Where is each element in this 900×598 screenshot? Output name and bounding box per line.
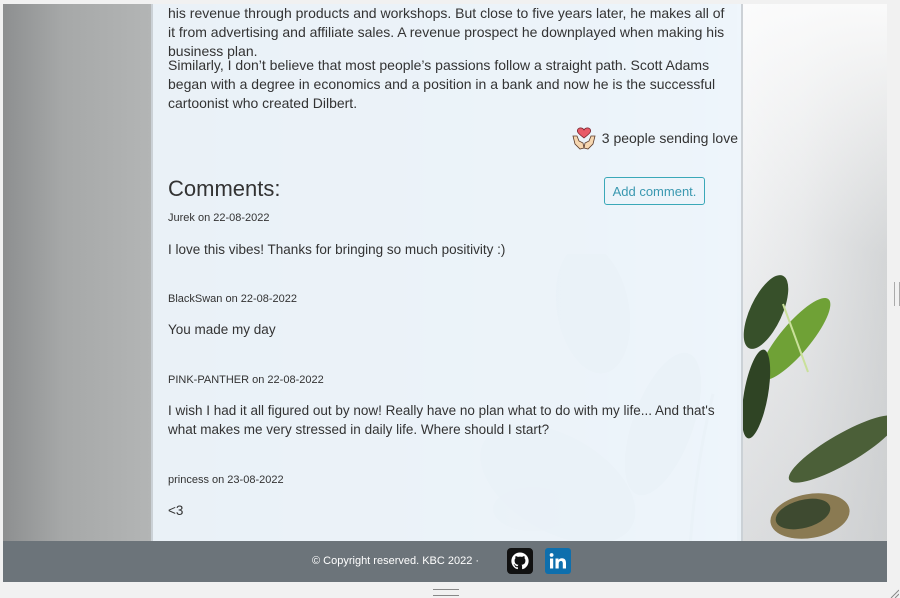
send-love-button[interactable]: 3 people sending love [570,124,738,152]
post-paragraph: his revenue through products and worksho… [168,5,725,59]
github-icon [511,552,529,570]
comment-meta: princess on 23-08-2022 [168,474,284,486]
linkedin-icon [549,553,566,569]
love-count-text: 3 people sending love [601,130,738,146]
post-paragraph: Similarly, I don’t believe that most peo… [168,57,716,111]
footer: © Copyright reserved. KBC 2022 · [3,541,887,582]
comment-text: <3 [168,503,184,518]
github-link[interactable] [507,548,533,574]
comment-text: I love this vibes! Thanks for bringing s… [168,242,506,257]
add-comment-button[interactable]: Add comment. [604,177,705,205]
blog-post-card: his revenue through products and worksho… [151,4,743,541]
comment-text: You made my day [168,322,276,337]
copyright-text: © Copyright reserved. KBC 2022 · [312,555,480,567]
resize-handle[interactable] [433,589,459,596]
heart-hands-icon [572,127,596,150]
page-viewport: his revenue through products and worksho… [3,4,887,582]
comments-title: Comments: [168,176,281,201]
scrollbar-handle[interactable] [894,282,900,306]
resize-corner-icon[interactable] [889,588,899,598]
comment-text: I wish I had it all figured out by now! … [168,403,715,437]
comment-meta: BlackSwan on 22-08-2022 [168,293,298,305]
linkedin-link[interactable] [545,548,571,574]
comment-meta: PINK-PANTHER on 22-08-2022 [168,374,324,386]
comment-meta: Jurek on 22-08-2022 [168,212,270,224]
